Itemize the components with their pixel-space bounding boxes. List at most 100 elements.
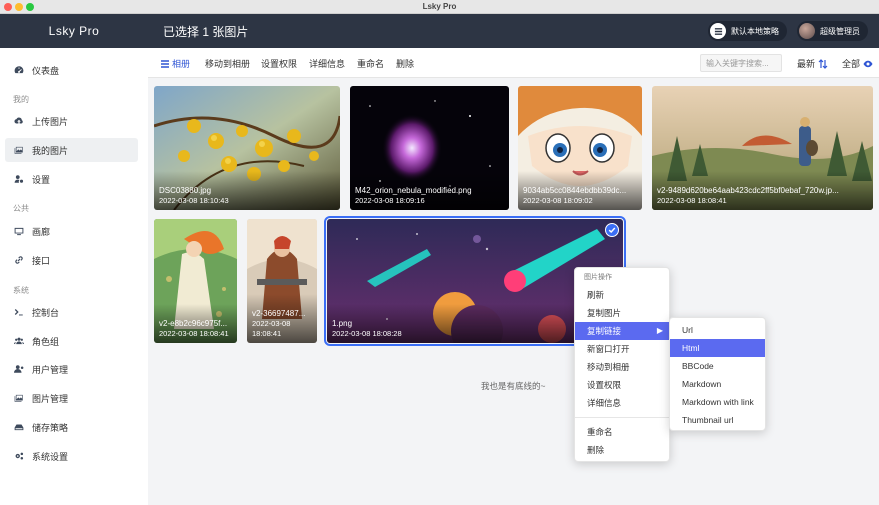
window-title: Lsky Pro xyxy=(422,2,457,11)
eye-icon xyxy=(863,60,873,67)
image-card[interactable]: v2-9489d620be64aab423cdc2ff5bf0ebaf_720w… xyxy=(652,86,873,210)
sidebar-item-label: 储存策略 xyxy=(32,422,69,433)
sidebar-item-console[interactable]: 控制台 xyxy=(5,300,138,324)
image-card[interactable]: M42_orion_nebula_modified.png 2022-03-08 … xyxy=(350,86,509,210)
rename-button[interactable]: 重命名 xyxy=(357,57,384,70)
sidebar-item-label: 画廊 xyxy=(32,226,51,237)
menu-item-copy-image[interactable]: 复制图片 xyxy=(575,304,669,322)
context-menu: 图片操作 刷新 复制图片 复制链接 ▶ 新窗口打开 移动到相册 设置权限 详细信… xyxy=(574,267,670,462)
sidebar-item-label: 我的图片 xyxy=(32,145,69,156)
menu-item-open-new-window[interactable]: 新窗口打开 xyxy=(575,340,669,358)
section-system: 系统 xyxy=(13,286,29,295)
section-mine: 我的 xyxy=(13,95,29,104)
sort-icon xyxy=(818,58,828,69)
image-time: 2022-03-08 18:09:02 xyxy=(523,196,593,205)
users-icon xyxy=(14,337,24,345)
image-name: DSC03880.jpg xyxy=(159,186,212,195)
filter-label: 全部 xyxy=(842,59,861,69)
sidebar-item-label: 图片管理 xyxy=(32,393,69,404)
toolbar: 相册 移动到相册 设置权限 详细信息 重命名 删除 最新 全部 xyxy=(148,48,879,78)
details-button[interactable]: 详细信息 xyxy=(309,57,345,70)
user-name: 超级管理员 xyxy=(820,26,860,36)
sidebar-item-api[interactable]: 接口 xyxy=(5,248,138,272)
menu-item-rename[interactable]: 重命名 xyxy=(575,423,669,441)
chevron-right-icon: ▶ xyxy=(656,326,663,335)
gallery: DSC03880.jpg 2022-03-08 18:10:43 M42_orio… xyxy=(148,78,879,505)
monitor-icon xyxy=(14,227,24,236)
image-name: v2-9489d620be64aab423cdc2ff5bf0ebaf_720w… xyxy=(657,186,839,195)
set-permission-button[interactable]: 设置权限 xyxy=(261,57,297,70)
sidebar-item-label: 控制台 xyxy=(32,307,60,318)
filter-button[interactable]: 全部 xyxy=(842,57,875,70)
menu-item-copy-link[interactable]: 复制链接 ▶ xyxy=(575,322,669,340)
search-input[interactable] xyxy=(700,54,782,72)
sidebar-item-roles[interactable]: 角色组 xyxy=(5,329,138,353)
user-menu[interactable]: 超级管理员 xyxy=(797,21,868,41)
submenu-item-url[interactable]: Url xyxy=(670,321,765,339)
sidebar-item-label: 用户管理 xyxy=(32,364,69,375)
image-manage-icon xyxy=(14,394,23,402)
sidebar-item-gallery[interactable]: 画廊 xyxy=(5,219,138,243)
image-card[interactable]: v2-e8b2c96c975f... 2022-03-08 18:08:41 xyxy=(154,219,237,343)
storage-icon xyxy=(14,424,24,431)
user-gear-icon xyxy=(14,175,24,183)
cloud-upload-icon xyxy=(14,117,23,124)
sidebar-item-image-management[interactable]: 图片管理 xyxy=(5,386,138,410)
image-card[interactable]: v2-36697487... 2022-03-08 18:08:41 xyxy=(247,219,317,343)
strategy-selector[interactable]: 默认本地策略 xyxy=(708,21,787,41)
sidebar-item-settings[interactable]: 设置 xyxy=(5,167,138,191)
sidebar-item-upload[interactable]: 上传图片 xyxy=(5,109,138,133)
sidebar-item-system-settings[interactable]: 系统设置 xyxy=(5,444,138,468)
delete-button[interactable]: 删除 xyxy=(396,57,414,70)
section-public: 公共 xyxy=(13,204,29,213)
selected-check-icon[interactable] xyxy=(605,223,619,237)
sidebar-item-storage[interactable]: 储存策略 xyxy=(5,415,138,439)
image-time: 2022-03-08 18:10:43 xyxy=(159,196,229,205)
list-icon xyxy=(161,59,169,68)
avatar xyxy=(799,23,815,39)
sidebar-item-label: 接口 xyxy=(32,255,51,266)
menu-item-move-to-album[interactable]: 移动到相册 xyxy=(575,358,669,376)
submenu-item-html[interactable]: Html xyxy=(670,339,765,357)
page-title: 已选择 1 张图片 xyxy=(163,25,249,39)
menu-item-details[interactable]: 详细信息 xyxy=(575,394,669,412)
image-card[interactable]: 9034ab5cc0844ebdbb39dc... 2022-03-08 18:0… xyxy=(518,86,642,210)
sidebar-item-label: 系统设置 xyxy=(32,451,69,462)
gears-icon xyxy=(15,452,24,460)
image-name: v2-e8b2c96c975f... xyxy=(159,319,228,328)
sidebar-item-label: 角色组 xyxy=(32,336,60,347)
image-time: 2022-03-08 18:08:41 xyxy=(159,329,229,338)
submenu-item-markdown-with-link[interactable]: Markdown with link xyxy=(670,393,765,411)
menu-item-label: 复制链接 xyxy=(587,326,622,336)
sort-button[interactable]: 最新 xyxy=(797,57,830,70)
terminal-icon xyxy=(14,309,23,316)
dashboard-icon xyxy=(14,66,24,74)
submenu-item-markdown[interactable]: Markdown xyxy=(670,375,765,393)
sidebar-item-dashboard[interactable]: 仪表盘 xyxy=(5,58,138,82)
album-button[interactable]: 相册 xyxy=(160,57,190,70)
image-time: 2022-03-08 xyxy=(252,319,291,328)
image-time: 2022-03-08 18:08:41 xyxy=(657,196,727,205)
top-header: 已选择 1 张图片 默认本地策略 超级管理员 xyxy=(148,14,879,48)
image-time: 2022-03-08 18:09:16 xyxy=(355,196,425,205)
menu-divider xyxy=(575,417,669,418)
sort-label: 最新 xyxy=(797,59,816,69)
strategy-label: 默认本地策略 xyxy=(731,26,779,36)
image-name: v2-36697487... xyxy=(252,309,306,318)
copy-link-submenu: Url Html BBCode Markdown Markdown with l… xyxy=(669,317,766,431)
sidebar-item-label: 仪表盘 xyxy=(32,65,60,76)
menu-item-refresh[interactable]: 刷新 xyxy=(575,286,669,304)
submenu-item-bbcode[interactable]: BBCode xyxy=(670,357,765,375)
sidebar-item-user-management[interactable]: 用户管理 xyxy=(5,357,138,381)
end-of-list-text: 我也是有底线的~ xyxy=(481,381,546,391)
move-to-album-button[interactable]: 移动到相册 xyxy=(205,57,250,70)
sidebar-item-label: 设置 xyxy=(32,174,51,185)
submenu-item-thumbnail-url[interactable]: Thumbnail url xyxy=(670,411,765,429)
link-icon xyxy=(15,256,23,264)
menu-item-delete[interactable]: 删除 xyxy=(575,441,669,459)
menu-item-set-permission[interactable]: 设置权限 xyxy=(575,376,669,394)
user-manage-icon xyxy=(14,365,24,373)
image-card[interactable]: DSC03880.jpg 2022-03-08 18:10:43 xyxy=(154,86,340,210)
sidebar-item-my-images[interactable]: 我的图片 xyxy=(5,138,138,162)
sidebar: Lsky Pro 仪表盘 我的 上传图片 我的图片 设置 公共 画廊 接口 系统… xyxy=(0,14,148,505)
